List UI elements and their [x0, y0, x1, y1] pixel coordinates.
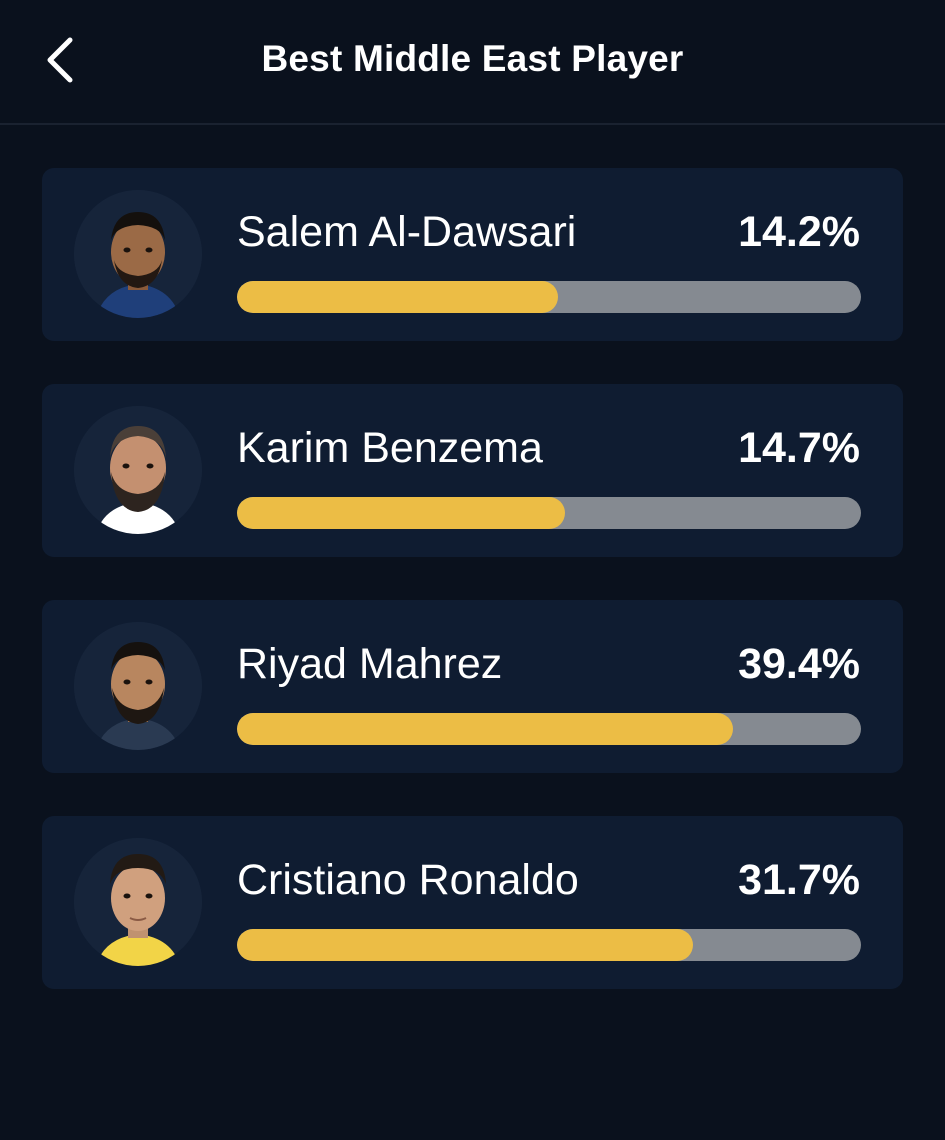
vote-progress-fill	[237, 713, 734, 745]
player-name: Cristiano Ronaldo	[237, 856, 579, 904]
vote-progress-fill	[237, 281, 559, 313]
vote-percentage: 14.7%	[738, 424, 860, 472]
vote-progress-fill	[237, 929, 693, 961]
avatar	[74, 406, 202, 534]
player-name: Salem Al-Dawsari	[237, 208, 577, 256]
vote-progress-bar	[237, 713, 861, 745]
poll-option-card[interactable]: Riyad Mahrez 39.4%	[42, 600, 903, 773]
avatar	[74, 622, 202, 750]
poll-option-list: Salem Al-Dawsari 14.2% Karim Benzema 14.…	[42, 168, 903, 1032]
poll-option-card[interactable]: Cristiano Ronaldo 31.7%	[42, 816, 903, 989]
vote-progress-fill	[237, 497, 565, 529]
avatar	[74, 838, 202, 966]
header-bar: Best Middle East Player	[0, 0, 945, 125]
player-name: Riyad Mahrez	[237, 640, 503, 688]
vote-percentage: 31.7%	[738, 856, 860, 904]
poll-option-card[interactable]: Karim Benzema 14.7%	[42, 384, 903, 557]
page-title: Best Middle East Player	[261, 38, 684, 79]
vote-percentage: 39.4%	[738, 640, 860, 688]
avatar	[74, 190, 202, 318]
vote-progress-bar	[237, 281, 861, 313]
player-name: Karim Benzema	[237, 424, 543, 472]
vote-percentage: 14.2%	[738, 208, 860, 256]
vote-progress-bar	[237, 929, 861, 961]
vote-progress-bar	[237, 497, 861, 529]
poll-option-card[interactable]: Salem Al-Dawsari 14.2%	[42, 168, 903, 341]
